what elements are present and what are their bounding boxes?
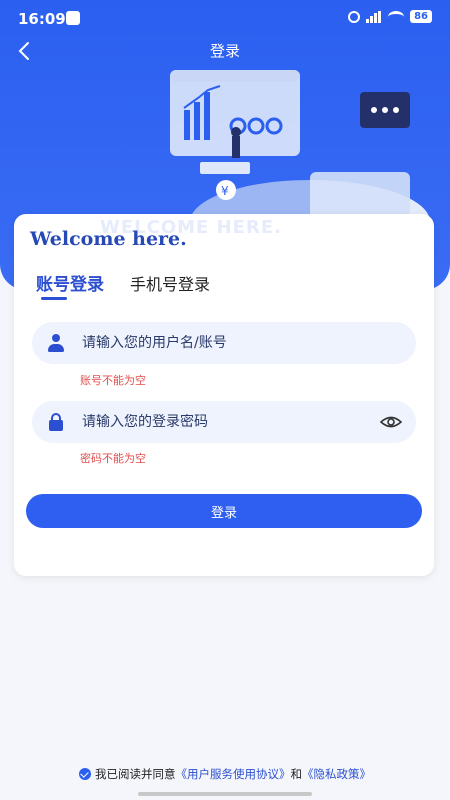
lock-icon — [46, 412, 66, 432]
privacy-link[interactable]: 《隐私政策》 — [302, 767, 371, 781]
wifi-icon — [388, 10, 405, 23]
terms-link[interactable]: 《用户服务使用协议》 — [176, 767, 291, 781]
tab-phone-login[interactable]: 手机号登录 — [130, 271, 210, 305]
username-input[interactable] — [82, 335, 362, 351]
welcome-heading: Welcome here. — [30, 228, 187, 250]
tiktok-notification-icon — [66, 11, 80, 25]
status-time: 16:09 — [18, 10, 66, 28]
svg-text:¥: ¥ — [221, 184, 229, 198]
agreement-and: 和 — [290, 767, 303, 781]
active-tab-indicator — [41, 297, 67, 300]
username-field[interactable] — [32, 322, 416, 364]
agreement-prefix: 我已阅读并同意 — [95, 767, 176, 781]
page-title: 登录 — [209, 42, 240, 60]
login-button[interactable]: 登录 — [26, 494, 422, 528]
signal-icon — [366, 10, 382, 23]
battery-indicator: 86 — [410, 10, 432, 23]
login-card: WELCOME HERE. Welcome here. 账号登录 手机号登录 账… — [14, 214, 434, 576]
agreement-row: 我已阅读并同意《用户服务使用协议》和《隐私政策》 — [0, 766, 450, 782]
password-field[interactable] — [32, 401, 416, 443]
password-input[interactable] — [82, 414, 362, 430]
status-bar: 16:09 86 — [0, 0, 450, 36]
username-error: 账号不能为空 — [80, 374, 146, 387]
show-password-eye-icon[interactable] — [380, 413, 402, 431]
status-icons: 86 — [348, 10, 432, 23]
alarm-icon — [348, 10, 361, 23]
user-icon — [46, 333, 66, 353]
home-indicator — [138, 792, 312, 796]
password-error: 密码不能为空 — [80, 452, 146, 465]
agreement-checkbox-icon[interactable] — [79, 768, 91, 780]
